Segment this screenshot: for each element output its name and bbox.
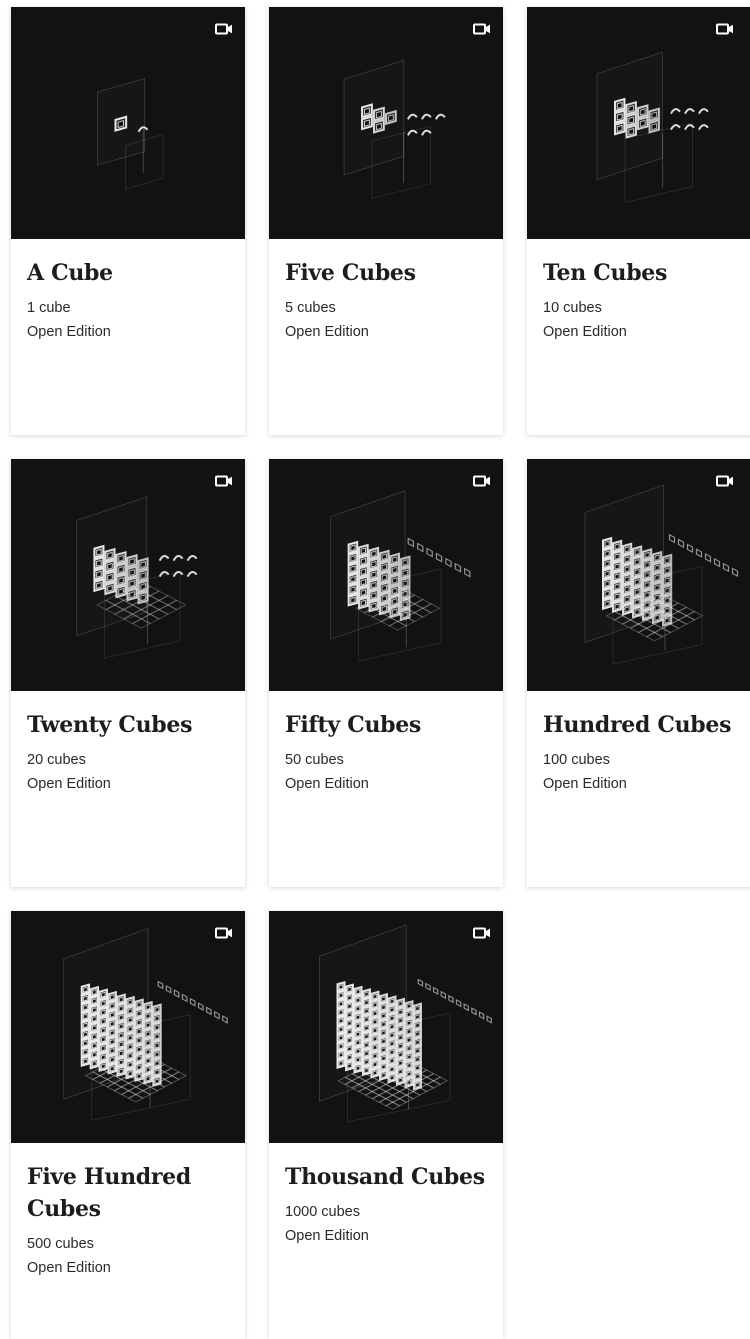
cube-count: 10 cubes [543,300,602,316]
artwork-thumbnail[interactable] [11,459,245,691]
artwork-title: Thousand Cubes [285,1164,485,1190]
artwork-title: Hundred Cubes [543,712,732,738]
edition-type: Open Edition [27,324,111,340]
cube-count: 5 cubes [285,300,336,316]
cube-artwork [63,927,228,1121]
cube-count: 100 cubes [543,752,610,768]
video-icon [215,23,232,35]
edition-type: Open Edition [27,776,111,792]
artwork-title: Fifty Cubes [285,712,422,738]
artwork-thumbnail[interactable] [269,911,503,1143]
cube-artwork [584,484,739,665]
artwork-card[interactable]: Twenty Cubes 20 cubes Open Edition [11,459,245,887]
artwork-card[interactable]: Five Hundred Cubes 500 cubes Open Editio… [11,911,245,1339]
artwork-card[interactable]: A Cube 1 cube Open Edition [11,7,245,435]
cube-artwork [75,496,198,659]
edition-type: Open Edition [543,776,627,792]
artwork-title: Five Hundred Cubes [27,1164,191,1222]
video-icon [716,475,733,487]
cube-count: 500 cubes [27,1236,94,1252]
cube-artwork [330,490,471,662]
edition-type: Open Edition [285,1228,369,1244]
cube-artwork [343,59,446,199]
artwork-card[interactable]: Fifty Cubes 50 cubes Open Edition [269,459,503,887]
artwork-thumbnail[interactable] [11,911,245,1143]
edition-type: Open Edition [27,1260,111,1276]
artwork-thumbnail[interactable] [527,459,750,691]
artwork-thumbnail[interactable] [269,459,503,691]
artwork-title: Five Cubes [285,260,416,286]
cube-count: 50 cubes [285,752,344,768]
video-icon [473,23,490,35]
video-icon [215,927,232,939]
video-icon [716,23,733,35]
edition-type: Open Edition [285,776,369,792]
video-icon [473,475,490,487]
artwork-thumbnail[interactable] [11,7,245,239]
artwork-card[interactable]: Ten Cubes 10 cubes Open Edition [527,7,750,435]
artwork-title: Ten Cubes [543,260,668,286]
artwork-card[interactable]: Hundred Cubes 100 cubes Open Edition [527,459,750,887]
cube-artwork [97,78,164,190]
cube-count: 1000 cubes [285,1204,360,1220]
artwork-card[interactable]: Thousand Cubes 1000 cubes Open Edition [269,911,503,1339]
cube-artwork [596,51,709,203]
cube-artwork [319,924,492,1123]
video-icon [473,927,490,939]
artwork-card[interactable]: Five Cubes 5 cubes Open Edition [269,7,503,435]
artwork-thumbnail[interactable] [527,7,750,239]
cube-count: 1 cube [27,300,71,316]
artwork-thumbnail[interactable] [269,7,503,239]
cube-count: 20 cubes [27,752,86,768]
artwork-title: A Cube [27,260,113,286]
artwork-title: Twenty Cubes [27,712,193,738]
edition-type: Open Edition [285,324,369,340]
video-icon [215,475,232,487]
edition-type: Open Edition [543,324,627,340]
